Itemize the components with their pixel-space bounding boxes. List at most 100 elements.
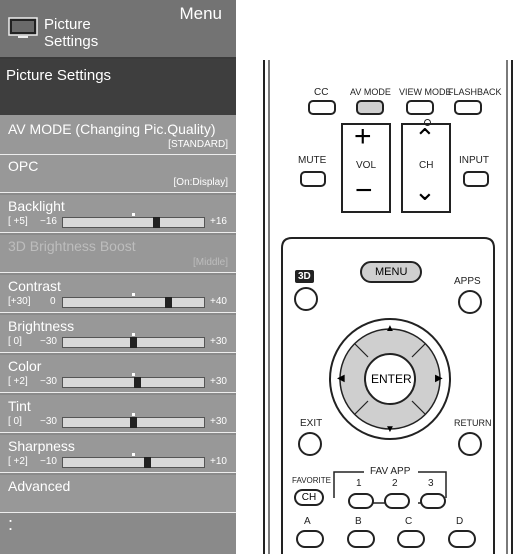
fav-app-2-label: 2 — [392, 478, 398, 489]
menu-item-sharpness[interactable]: Sharpness [ +2] −10 +10 — [0, 435, 236, 473]
item-label: OPC — [8, 158, 39, 174]
more-indicator: : — [8, 514, 14, 534]
item-current-value: [ +2] — [8, 376, 28, 387]
menu-item-color[interactable]: Color [ +2] −30 +30 — [0, 355, 236, 393]
apps-label: APPS — [454, 276, 481, 287]
slider-bar[interactable] — [62, 373, 205, 388]
fav-app-2-button[interactable] — [384, 493, 410, 509]
favorite-ch-button[interactable]: CH — [294, 489, 324, 506]
c-button[interactable] — [397, 530, 425, 548]
menu-item-opc[interactable]: OPC [On:Display] — [0, 155, 236, 193]
slider-knob[interactable] — [134, 377, 141, 388]
item-label: 3D Brightness Boost — [8, 238, 136, 254]
exit-button[interactable] — [298, 432, 322, 456]
slider-bar[interactable] — [62, 333, 205, 348]
picture-settings-menu: Picture Settings Menu Picture Settings A… — [0, 0, 236, 554]
b-button[interactable] — [347, 530, 375, 548]
item-current-value: [+30] — [8, 296, 31, 307]
menu-label: Menu — [179, 4, 222, 23]
menu-item-contrast[interactable]: Contrast [+30] 0 +40 — [0, 275, 236, 313]
slider-center-mark — [132, 413, 135, 416]
menu-item-brightness[interactable]: Brightness [ 0] −30 +30 — [0, 315, 236, 353]
volume-down-icon[interactable]: − — [355, 176, 373, 206]
input-label: INPUT — [459, 155, 489, 166]
slider-bar[interactable] — [62, 293, 205, 308]
menu-title-line2: Settings — [44, 33, 99, 50]
item-max: +16 — [210, 216, 227, 227]
menu-button-label: MENU — [375, 266, 408, 278]
item-label: Contrast — [8, 278, 61, 294]
av-mode-button[interactable] — [356, 100, 384, 115]
three-d-button[interactable] — [294, 287, 318, 311]
d-label: D — [456, 516, 464, 527]
ch-label: CH — [419, 160, 434, 171]
menu-item-3d-brightness-boost: 3D Brightness Boost [Middle] — [0, 235, 236, 273]
channel-down-icon[interactable]: ⌄ — [414, 178, 436, 204]
slider-center-mark — [132, 453, 135, 456]
d-button[interactable] — [448, 530, 476, 548]
item-min: 0 — [50, 296, 56, 307]
return-button[interactable] — [458, 432, 482, 456]
fav-app-label: FAV APP — [370, 466, 411, 477]
item-current-value: [ +2] — [8, 456, 28, 467]
arrow-right-icon[interactable]: ▶ — [435, 373, 443, 384]
b-label: B — [355, 516, 362, 527]
slider-center-mark — [132, 213, 135, 216]
volume-up-icon[interactable]: + — [354, 122, 372, 152]
return-label: RETURN — [454, 418, 492, 428]
item-min: −30 — [40, 416, 57, 427]
item-label: AV MODE (Changing Pic.Quality) — [8, 121, 216, 137]
fav-app-1-label: 1 — [356, 478, 362, 489]
cc-button[interactable] — [308, 100, 336, 115]
item-label: Sharpness — [8, 438, 75, 454]
menu-button[interactable]: MENU — [360, 261, 422, 283]
item-min: −30 — [40, 376, 57, 387]
item-label: Backlight — [8, 198, 65, 214]
flashback-button[interactable] — [454, 100, 482, 115]
slider-knob[interactable] — [130, 417, 137, 428]
item-max: +30 — [210, 376, 227, 387]
menu-item-tint[interactable]: Tint [ 0] −30 +30 — [0, 395, 236, 433]
av-mode-label: AV MODE — [350, 87, 391, 97]
slider-knob[interactable] — [153, 217, 160, 228]
arrow-up-icon[interactable]: ▲ — [385, 323, 395, 334]
a-button[interactable] — [296, 530, 324, 548]
mute-button[interactable] — [300, 171, 326, 187]
three-d-label: 3D — [295, 270, 314, 283]
tv-icon — [8, 17, 38, 38]
slider-knob[interactable] — [130, 337, 137, 348]
item-current-value: [ +5] — [8, 216, 28, 227]
fav-app-3-button[interactable] — [420, 493, 446, 509]
item-max: +10 — [210, 456, 227, 467]
slider-bar[interactable] — [62, 213, 205, 228]
item-value: [Middle] — [192, 257, 228, 268]
view-mode-label: VIEW MODE — [399, 87, 452, 97]
item-label: Color — [8, 358, 42, 374]
fav-app-1-button[interactable] — [348, 493, 374, 509]
slider-knob[interactable] — [144, 457, 151, 468]
input-button[interactable] — [463, 171, 489, 187]
flashback-label: FLASHBACK — [448, 87, 502, 97]
arrow-left-icon[interactable]: ◀ — [337, 373, 345, 384]
slider-center-mark — [132, 333, 135, 336]
slider-knob[interactable] — [165, 297, 172, 308]
slider-center-mark — [132, 293, 135, 296]
menu-item-av-mode[interactable]: AV MODE (Changing Pic.Quality) [STANDARD… — [0, 115, 236, 155]
c-label: C — [405, 516, 413, 527]
item-label: Advanced — [8, 478, 71, 494]
item-min: −30 — [40, 336, 57, 347]
menu-item-backlight[interactable]: Backlight [ +5] −16 +16 — [0, 195, 236, 233]
favorite-label: FAVORITE — [292, 476, 331, 485]
item-label: Tint — [8, 398, 31, 414]
slider-bar[interactable] — [62, 413, 205, 428]
menu-title-line1: Picture — [44, 16, 91, 33]
apps-button[interactable] — [458, 290, 482, 314]
slider-bar[interactable] — [62, 453, 205, 468]
menu-item-advanced[interactable]: Advanced — [0, 475, 236, 513]
section-title-text: Picture Settings — [6, 67, 112, 84]
remote-control-diagram: CC AV MODE VIEW MODE FLASHBACK MUTE + VO… — [258, 0, 518, 554]
channel-up-icon[interactable]: ⌃ — [414, 125, 436, 151]
arrow-down-icon[interactable]: ▼ — [385, 424, 395, 435]
view-mode-button[interactable] — [406, 100, 434, 115]
enter-button[interactable]: ENTER — [371, 372, 412, 386]
